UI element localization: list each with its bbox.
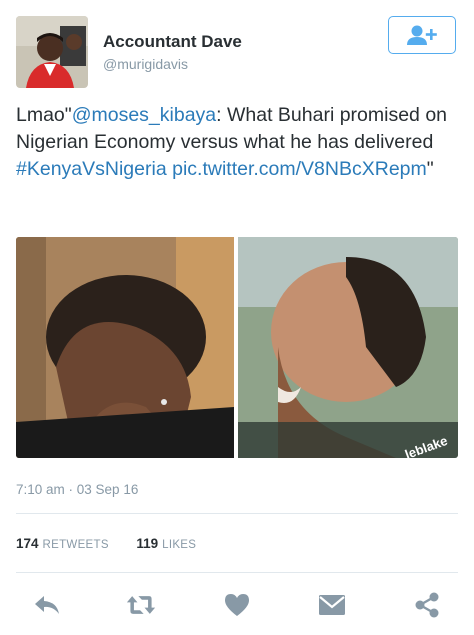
tweet-timestamp: 7:10 am · 03 Sep 16 (16, 482, 139, 497)
mention-link[interactable]: @moses_kibaya (72, 104, 216, 126)
divider (16, 572, 458, 573)
heart-icon (225, 594, 249, 616)
action-bar (0, 582, 474, 626)
retweet-button[interactable] (126, 590, 156, 620)
share-icon (415, 592, 439, 618)
likes-label: LIKES (162, 539, 197, 551)
pic-link[interactable]: pic.twitter.com/V8NBcXRepm (172, 158, 427, 180)
message-button[interactable] (317, 590, 347, 620)
reply-icon (35, 596, 59, 614)
tweet-stats: 174 RETWEETS 119 LIKES (16, 536, 196, 551)
retweets-stat[interactable]: 174 RETWEETS (16, 536, 109, 551)
like-button[interactable] (222, 590, 252, 620)
follow-button[interactable] (388, 16, 456, 54)
share-button[interactable] (412, 590, 442, 620)
envelope-icon (319, 595, 345, 615)
tweet-suffix: " (426, 158, 434, 180)
retweets-count: 174 (16, 536, 39, 551)
tweet-media[interactable]: leblake (16, 237, 458, 458)
tweet-text: Lmao"@moses_kibaya: What Buhari promised… (16, 102, 461, 183)
divider (16, 513, 458, 514)
hashtag-link[interactable]: #KenyaVsNigeria (16, 158, 167, 180)
retweets-label: RETWEETS (42, 539, 109, 551)
likes-stat[interactable]: 119 LIKES (136, 536, 196, 551)
tweet-prefix: Lmao" (16, 104, 72, 126)
reply-button[interactable] (32, 590, 62, 620)
user-handle[interactable]: @murigidavis (103, 56, 188, 72)
retweet-icon (126, 596, 156, 614)
add-user-icon (407, 25, 437, 45)
likes-count: 119 (136, 536, 159, 551)
tweet-header: Accountant Dave @murigidavis (0, 0, 474, 100)
avatar[interactable] (16, 16, 88, 88)
display-name[interactable]: Accountant Dave (103, 32, 242, 52)
